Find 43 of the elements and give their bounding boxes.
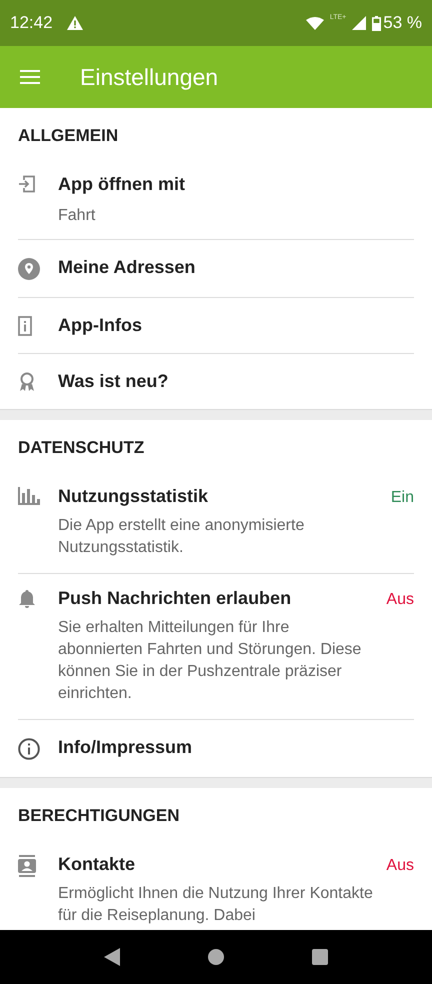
clock: 12:42 <box>10 13 53 33</box>
toggle-status: Ein <box>390 489 414 507</box>
location-pin-icon <box>18 258 40 280</box>
item-title: Kontakte <box>58 854 136 875</box>
settings-item[interactable]: Kontakte Aus Ermöglicht Ihnen die Nutzung Ihrer Kontakte für die Reiseplanung. Dabei <box>18 840 414 930</box>
contact-icon <box>18 855 36 877</box>
item-title: Meine Adressen <box>58 257 196 278</box>
section-heading: DATENSCHUTZ <box>18 437 146 459</box>
settings-item[interactable]: Meine Adressen <box>18 240 414 297</box>
item-description: Sie erhalten Mitteilungen für Ihre abonnierten Fahrten und Störungen. Diese können Sie in der Pushzentrale präziser einrichten. <box>58 618 362 704</box>
toggle-status: Aus <box>386 857 414 875</box>
settings-item[interactable]: Nutzungsstatistik Ein Die App erstellt eine anonymisierte Nutzungsstatistik. <box>18 472 414 573</box>
item-title: Was ist neu? <box>58 371 168 392</box>
bell-icon <box>18 589 36 609</box>
enter-icon <box>18 175 36 193</box>
settings-item[interactable]: Was ist neu? <box>18 354 414 409</box>
info-icon <box>18 738 40 760</box>
back-icon[interactable] <box>104 948 120 966</box>
item-title: Info/Impressum <box>58 737 192 758</box>
settings-item[interactable]: Push Nachrichten erlauben Aus Sie erhalten Mitteilungen für Ihre abonnierten Fahrten und Störungen. Diese können Sie in der Pushzentrale präziser einrichten. <box>18 574 414 719</box>
item-description: Ermöglicht Ihnen die Nutzung Ihrer Kontakte für die Reiseplanung. Dabei <box>58 884 374 926</box>
section-heading: ALLGEMEIN <box>18 125 120 147</box>
settings-item[interactable]: App öffnen mit Fahrt <box>18 160 414 239</box>
item-title: Nutzungsstatistik <box>58 486 208 507</box>
signal-icon <box>352 16 366 30</box>
toggle-status: Aus <box>386 591 414 609</box>
item-title: Push Nachrichten erlauben <box>58 588 292 609</box>
battery-level: 53 % <box>383 13 422 33</box>
settings-item[interactable]: Info/Impressum <box>18 720 414 777</box>
info-icon <box>18 316 32 336</box>
award-icon <box>18 372 36 392</box>
item-title: App-Infos <box>58 315 142 336</box>
item-description: Die App erstellt eine anonymisierte Nutzungsstatistik. <box>58 516 306 558</box>
section-heading: BERECHTIGUNGEN <box>18 805 181 827</box>
item-title: App öffnen mit <box>58 174 185 195</box>
battery-icon <box>372 16 382 30</box>
screen-title: Einstellungen <box>80 64 218 90</box>
settings-item[interactable]: App-Infos <box>18 298 414 353</box>
bar-chart-icon <box>18 487 40 505</box>
home-icon[interactable] <box>208 949 224 965</box>
wifi-icon <box>306 16 324 30</box>
warning-icon <box>66 16 83 30</box>
item-value: Fahrt <box>58 207 96 225</box>
